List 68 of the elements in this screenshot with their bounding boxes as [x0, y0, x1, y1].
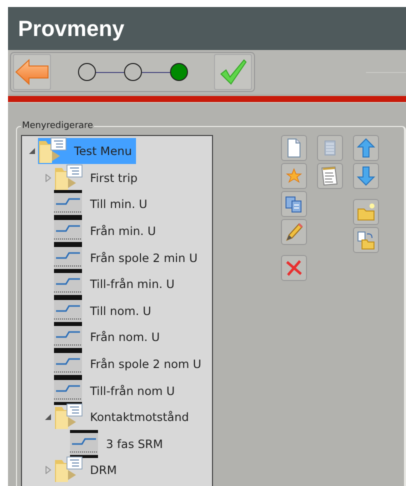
- tree-item[interactable]: Till-från nom U: [54, 378, 179, 404]
- new-folder-icon: [356, 202, 376, 222]
- tree-item[interactable]: Från min. U: [54, 218, 160, 244]
- tree-item[interactable]: Från nom. U: [54, 324, 164, 350]
- collapse-icon[interactable]: [44, 413, 52, 422]
- back-button[interactable]: [13, 54, 51, 90]
- waveform-icon: [54, 244, 82, 272]
- waveform-icon: [70, 430, 98, 458]
- up-arrow-button[interactable]: [353, 135, 379, 161]
- folder-icon: [54, 164, 84, 192]
- tree-item-label: Från spole 2 nom U: [90, 357, 202, 372]
- notepad-icon: [320, 166, 340, 186]
- finish-button[interactable]: [214, 54, 252, 90]
- tree-item[interactable]: DRM: [54, 457, 121, 484]
- delete-button[interactable]: [281, 255, 307, 281]
- back-arrow-icon: [15, 59, 49, 85]
- tree-item[interactable]: First trip: [54, 164, 142, 191]
- folder-icon: [54, 456, 84, 484]
- waveform-icon: [54, 217, 82, 246]
- tree-item[interactable]: Kontaktmotstånd: [54, 404, 193, 430]
- folder-icon: [38, 137, 68, 166]
- list-button[interactable]: [317, 135, 343, 161]
- expand-icon[interactable]: [44, 174, 52, 182]
- tree-item[interactable]: Från spole 2 min U: [54, 244, 202, 271]
- tree-item-label: First trip: [90, 170, 138, 185]
- tree-item[interactable]: 3 fas SRM: [70, 430, 167, 457]
- copy-icon: [284, 194, 304, 214]
- folder-move-icon: [356, 230, 376, 250]
- tree-item-label: Till-från nom U: [90, 384, 175, 398]
- tree-item[interactable]: Till-från min. U: [54, 271, 179, 298]
- folder-move-button[interactable]: [353, 227, 379, 253]
- up-arrow-icon: [356, 138, 376, 158]
- pencil-button[interactable]: [281, 219, 307, 245]
- new-folder-button[interactable]: [353, 199, 379, 225]
- waveform-icon: [54, 350, 82, 378]
- waveform-icon: [54, 296, 82, 325]
- group-label: Menyredigerare: [21, 121, 94, 131]
- down-arrow-button[interactable]: [353, 163, 379, 189]
- waveform-icon: [54, 376, 82, 405]
- tree-item[interactable]: Test Menu: [38, 138, 136, 164]
- tree-item-label: Test Menu: [74, 144, 132, 158]
- folder-icon: [54, 403, 84, 432]
- copy-button[interactable]: [281, 191, 307, 217]
- tree-item-label: Till min. U: [90, 197, 148, 212]
- down-arrow-icon: [356, 166, 376, 186]
- waveform-icon: [54, 323, 82, 352]
- tree-item-label: Från min. U: [90, 224, 156, 238]
- star-button[interactable]: [281, 163, 307, 189]
- tree-item-label: Till-från min. U: [90, 277, 175, 292]
- pencil-icon: [284, 222, 304, 242]
- tree-item-label: 3 fas SRM: [106, 436, 163, 451]
- tree-item-label: DRM: [90, 463, 117, 478]
- expand-icon[interactable]: [44, 466, 52, 474]
- tree-item-label: Från nom. U: [90, 330, 160, 344]
- tree-item[interactable]: Till nom. U: [54, 298, 156, 324]
- window-title: Provmeny: [18, 16, 124, 42]
- tree-item-label: Från spole 2 min U: [90, 250, 198, 265]
- collapse-icon[interactable]: [28, 147, 36, 156]
- waveform-icon: [54, 190, 82, 218]
- new-document-button[interactable]: [281, 135, 307, 161]
- delete-icon: [284, 258, 304, 278]
- notepad-button[interactable]: [317, 163, 343, 189]
- tree-item[interactable]: Från spole 2 nom U: [54, 351, 206, 378]
- tree-item-label: Kontaktmotstånd: [90, 410, 189, 424]
- tree-item-label: Till nom. U: [90, 304, 152, 318]
- checkmark-icon: [218, 57, 248, 87]
- tree-item[interactable]: Till min. U: [54, 191, 152, 218]
- waveform-icon: [54, 270, 82, 298]
